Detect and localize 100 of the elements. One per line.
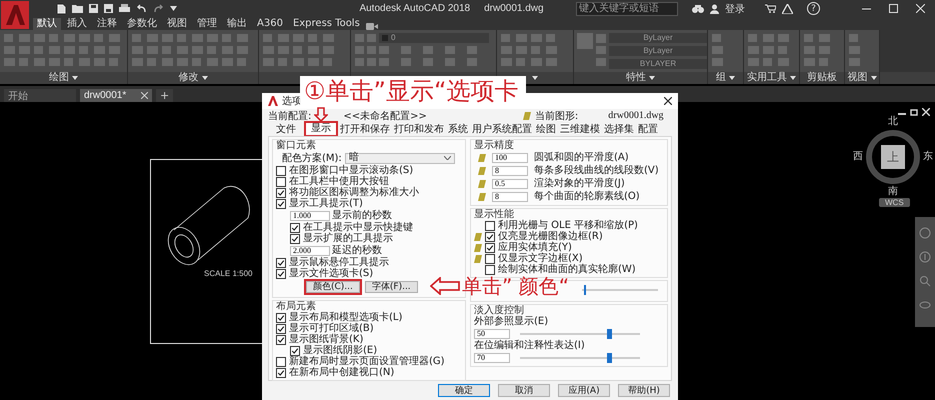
ribbon-tab[interactable]: 视图 [163,18,191,30]
checkbox[interactable] [276,176,286,186]
file-tab[interactable]: drw0001* [80,89,152,102]
number-field[interactable]: 1.000 [290,210,330,220]
save-icon[interactable] [89,4,98,13]
checkbox[interactable] [276,368,286,378]
checkbox[interactable] [290,346,300,356]
dialog-tab[interactable]: 系统 [446,124,470,136]
redo-icon[interactable] [153,4,164,13]
navigation-bar[interactable] [915,217,935,327]
scheme-dropdown[interactable]: 暗 [344,152,455,164]
login-link[interactable]: 登录 [725,2,745,16]
save-icon[interactable] [104,4,113,13]
ribbon-tab[interactable]: 参数化 [123,18,161,30]
checkbox[interactable] [485,232,495,242]
checkbox[interactable] [276,334,286,344]
checkbox[interactable] [485,242,495,252]
checkbox[interactable] [276,324,286,334]
dropdown-arrow-icon[interactable] [170,6,177,11]
number-field[interactable]: 0.5 [492,178,528,188]
slider-thumb[interactable] [584,285,586,295]
video-icon[interactable] [366,23,378,30]
checkbox[interactable] [276,312,286,322]
dialog-tab[interactable]: 选择集 [602,124,636,136]
dialog-tab[interactable]: 配置 [636,124,660,136]
panel-title[interactable]: 组 [716,72,726,84]
property-dropdown[interactable]: ByLayer [609,46,707,56]
view-cube-face[interactable]: 上 [881,145,905,169]
binoculars-icon[interactable] [692,4,704,13]
checkbox[interactable] [485,220,495,230]
compass-label[interactable]: 南 [888,187,898,197]
dialog-button[interactable]: 帮助(H) [618,384,670,397]
file-tab-label[interactable]: drw0001* [84,90,126,101]
dialog-tab[interactable]: 打印和发布 [392,124,446,136]
layer-dropdown[interactable]: 0 [379,33,489,43]
slider-thumb[interactable] [606,328,612,338]
panel-title[interactable]: 视图 [848,72,868,84]
compass-label[interactable]: 东 [923,152,933,162]
ribbon-tab[interactable]: 输出 [223,18,251,30]
steering-wheel-icon[interactable] [919,227,931,239]
ribbon-tab[interactable]: 默认 [33,18,61,30]
panel-title[interactable]: 实用工具 [747,72,787,84]
panel-title[interactable]: 绘图 [49,72,69,84]
dialog-button[interactable]: 应用(A) [558,384,610,397]
triangle-icon[interactable] [782,4,793,14]
dialog-tab[interactable]: 文件 [268,124,304,136]
compass-ring[interactable] [865,129,921,185]
slider-thumb[interactable] [606,352,612,362]
compass-label[interactable]: 北 [888,117,898,127]
number-field[interactable]: 100 [492,152,528,162]
compass-label[interactable]: 西 [853,152,863,162]
folder-icon[interactable] [72,4,83,13]
property-dropdown[interactable]: ByLayer [609,33,707,43]
file-tab-label[interactable]: 开始 [8,88,28,102]
property-dropdown[interactable]: BYLAYER [609,59,707,69]
search-field[interactable]: 键入关键字或短语 [576,2,678,16]
checkbox[interactable] [276,188,286,198]
number-field[interactable]: 50 [474,328,510,338]
cart-icon[interactable] [765,4,776,13]
ribbon-tab[interactable]: 注释 [93,18,121,30]
panel-title[interactable]: 修改 [178,72,198,84]
dialog-button[interactable]: 取消 [498,384,550,397]
dialog-tab[interactable]: 三维建模 [558,124,602,136]
zoom-icon[interactable] [919,275,931,287]
help-button[interactable]: ? [807,2,820,15]
printer-icon[interactable] [119,4,130,13]
panel-title[interactable]: 剪贴板 [807,72,837,84]
hand-icon[interactable] [919,251,931,263]
ucs-menu[interactable]: WCS [879,198,910,207]
dialog-tab[interactable]: 打开和保存 [338,124,392,136]
dialog-button[interactable]: 确定 [438,384,490,397]
checkbox[interactable] [290,234,300,244]
undo-icon[interactable] [136,4,147,13]
checkbox[interactable] [485,254,495,264]
file-tab[interactable]: 开始 [4,89,76,102]
checkbox[interactable] [485,264,495,274]
restore-icon[interactable] [910,108,918,116]
fonts-button[interactable]: 字体(F)... [364,281,418,293]
number-field[interactable]: 2.000 [290,246,330,256]
orbit-icon[interactable] [919,299,931,311]
user-icon[interactable] [710,4,719,14]
dialog-tab[interactable]: 用户系统配置 [470,124,534,136]
number-field[interactable]: 8 [492,166,528,176]
checkbox[interactable] [276,166,286,176]
new-file-icon[interactable] [57,4,66,14]
dialog-tab[interactable]: 显示 [306,123,336,135]
ribbon-tab[interactable]: Express Tools [288,18,364,30]
ribbon-tab[interactable]: 插入 [63,18,91,30]
dialog-tab[interactable]: 绘图 [534,124,558,136]
maximize-icon[interactable] [889,4,898,13]
checkbox[interactable] [276,356,286,366]
checkbox[interactable] [276,268,286,278]
panel-title[interactable]: 特性 [626,72,646,84]
colors-button[interactable]: 颜色(C)... [306,281,360,293]
new-tab-button[interactable]: + [156,89,174,102]
checkbox[interactable] [276,198,286,208]
checkbox[interactable] [276,258,286,268]
close-icon[interactable] [664,97,672,105]
checkbox[interactable] [290,222,300,232]
number-field[interactable]: 70 [474,352,510,362]
